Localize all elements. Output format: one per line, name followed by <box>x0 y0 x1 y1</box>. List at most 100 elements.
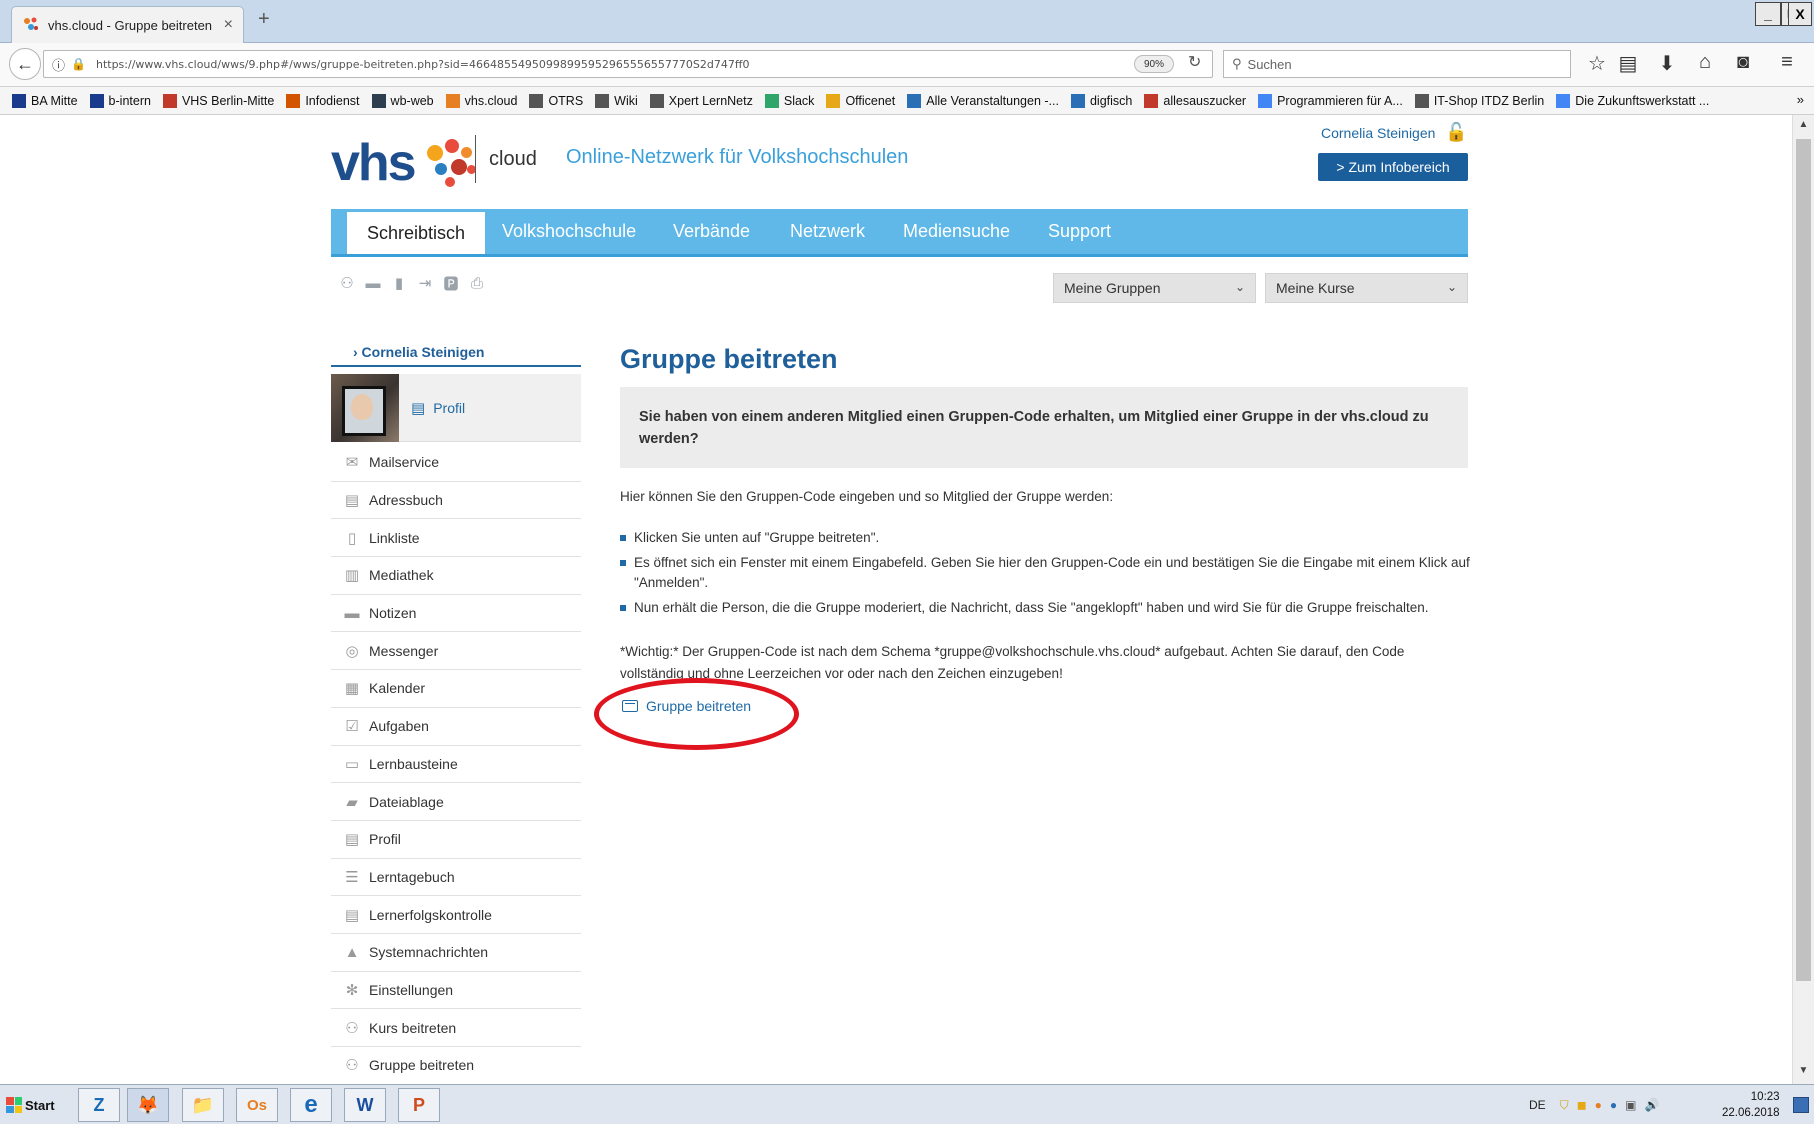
bookmark-item[interactable]: IT-Shop ITDZ Berlin <box>1414 93 1544 108</box>
tab-title: vhs.cloud - Gruppe beitreten <box>48 17 213 33</box>
sidebar-item-linkliste[interactable]: ▯ Linkliste <box>331 519 581 558</box>
language-indicator[interactable]: DE <box>1529 1098 1546 1112</box>
scroll-thumb[interactable] <box>1796 139 1811 981</box>
bookmark-item[interactable]: VHS Berlin-Mitte <box>162 93 274 108</box>
shield-icon[interactable]: ⛉ <box>1560 1098 1569 1113</box>
monitor-icon[interactable]: ▣ <box>1625 1098 1636 1112</box>
network-tray-icon[interactable]: ● <box>1610 1098 1617 1112</box>
sidebar-item-kalender[interactable]: ▦ Kalender <box>331 670 581 708</box>
show-desktop-button[interactable] <box>1793 1097 1809 1113</box>
sidebar-item-notizen[interactable]: ▬ Notizen <box>331 595 581 633</box>
menu-icon[interactable]: ≡ <box>1773 51 1801 74</box>
new-tab-button[interactable]: + <box>258 8 270 31</box>
sidebar-item-lerntagebuch[interactable]: ☰ Lerntagebuch <box>331 859 581 897</box>
reading-list-icon[interactable]: ▤ <box>1614 51 1642 76</box>
reload-icon[interactable]: ↻ <box>1188 52 1201 72</box>
bookmark-label: OTRS <box>548 93 584 108</box>
nav-tab-volkshochschule[interactable]: Volkshochschule <box>502 209 636 254</box>
groups-select[interactable]: Meine Gruppen ⌄ <box>1053 273 1256 303</box>
scroll-down-icon[interactable]: ▼ <box>1796 1065 1811 1076</box>
bookmark-item[interactable]: vhs.cloud <box>445 93 517 108</box>
back-button[interactable]: ← <box>9 48 41 80</box>
start-button[interactable]: Start <box>6 1091 60 1119</box>
nav-tab-schreibtisch[interactable]: Schreibtisch <box>347 209 486 254</box>
bookmark-item[interactable]: Xpert LernNetz <box>649 93 753 108</box>
nav-tab-support[interactable]: Support <box>1048 209 1111 254</box>
bookmark-item[interactable]: b-intern <box>89 93 151 108</box>
bookmark-item[interactable]: BA Mitte <box>12 93 78 108</box>
bookmark-icon[interactable]: ▮ <box>390 274 408 292</box>
url-text[interactable]: https://www.vhs.cloud/wws/9.php#/wws/gru… <box>96 58 1212 71</box>
sidebar-item-mediathek[interactable]: ▥ Mediathek <box>331 557 581 595</box>
notes-icon[interactable]: ▬ <box>364 274 382 292</box>
bookmark-item[interactable]: Die Zukunftswerkstatt ... <box>1556 93 1709 108</box>
volume-icon[interactable]: 🔊 <box>1645 1098 1660 1112</box>
bookmark-item[interactable]: allesauszucker <box>1144 93 1246 108</box>
print-icon[interactable]: ⎙ <box>468 274 486 292</box>
home-icon[interactable]: ⌂ <box>1691 51 1719 74</box>
taskbar-clock[interactable]: 10:23 22.06.2018 <box>1722 1089 1780 1121</box>
powerpoint-taskbar-icon[interactable]: P <box>398 1088 440 1122</box>
page-scrollbar[interactable]: ▲ ▼ <box>1792 115 1814 1084</box>
user-menu[interactable]: Cornelia Steinigen 🔓 <box>1321 122 1468 143</box>
taskbar-app-icon[interactable]: Z <box>78 1088 120 1122</box>
bookmark-item[interactable]: Infodienst <box>286 93 360 108</box>
bookmark-item[interactable]: wb-web <box>371 93 434 108</box>
nav-tab-mediensuche[interactable]: Mediensuche <box>903 209 1010 254</box>
bookmark-item[interactable]: Wiki <box>595 93 638 108</box>
parking-icon[interactable]: 🅿 <box>442 274 460 293</box>
sidebar-item-gruppe-beitreten[interactable]: ⚇ Gruppe beitreten <box>331 1047 581 1084</box>
bookmark-item[interactable]: digfisch <box>1070 93 1132 108</box>
sidebar-item-lernbausteine[interactable]: ▭ Lernbausteine <box>331 746 581 784</box>
bookmark-item[interactable]: Slack <box>764 93 814 108</box>
courses-select[interactable]: Meine Kurse ⌄ <box>1265 273 1468 303</box>
close-window-button[interactable]: X <box>1788 2 1812 26</box>
bookmarks-overflow-button[interactable]: » <box>1797 92 1804 107</box>
bookmark-item[interactable]: Officenet <box>826 93 895 108</box>
explorer-taskbar-icon[interactable]: 📁 <box>182 1088 224 1122</box>
profile-link[interactable]: ▤ Profil <box>411 399 465 417</box>
sidebar-item-mailservice[interactable]: ✉ Mailservice <box>331 444 581 482</box>
lock-icon[interactable]: 🔒 <box>71 57 86 71</box>
sidebar-item-kurs-beitreten[interactable]: ⚇ Kurs beitreten <box>331 1009 581 1047</box>
sidebar-item-profil[interactable]: ▤ Profil <box>331 821 581 859</box>
ie-taskbar-icon[interactable]: e <box>290 1088 332 1122</box>
sitemap-icon[interactable]: ⚇ <box>338 274 356 292</box>
nav-tab-netzwerk[interactable]: Netzwerk <box>790 209 865 254</box>
login-icon[interactable]: ⇥ <box>416 274 434 292</box>
bookmark-item[interactable]: Alle Veranstaltungen -... <box>907 93 1059 108</box>
sidebar-item-dateiablage[interactable]: ▰ Dateiablage <box>331 783 581 821</box>
minimize-button[interactable]: _ <box>1755 2 1781 26</box>
nav-tab-verbaende[interactable]: Verbände <box>673 209 750 254</box>
user-name[interactable]: Cornelia Steinigen <box>1321 125 1435 141</box>
sidebar-item-systemnachrichten[interactable]: ▲ Systemnachrichten <box>331 934 581 972</box>
sidebar-item-lernerfolgskontrolle[interactable]: ▤ Lernerfolgskontrolle <box>331 896 581 934</box>
vhs-logo[interactable]: vhs <box>331 132 479 194</box>
warning-icon[interactable]: ◼ <box>1577 1098 1587 1112</box>
scroll-up-icon[interactable]: ▲ <box>1796 119 1811 130</box>
sidebar-user-link[interactable]: › Cornelia Steinigen <box>331 344 581 367</box>
firefox-taskbar-icon[interactable]: 🦊 <box>127 1088 169 1122</box>
bookmark-star-icon[interactable]: ☆ <box>1583 51 1611 76</box>
word-taskbar-icon[interactable]: W <box>344 1088 386 1122</box>
logout-lock-icon[interactable]: 🔓 <box>1445 122 1467 143</box>
quick-tools: ⚇ ▬ ▮ ⇥ 🅿 ⎙ <box>338 274 486 293</box>
outlook-taskbar-icon[interactable]: Os <box>236 1088 278 1122</box>
address-bar[interactable]: ⓘ 🔒 https://www.vhs.cloud/wws/9.php#/wws… <box>43 50 1213 78</box>
info-area-button[interactable]: > Zum Infobereich <box>1318 153 1468 181</box>
download-icon[interactable]: ⬇ <box>1653 51 1681 76</box>
app-tray-icon[interactable]: ● <box>1595 1098 1602 1112</box>
sidebar-item-adressbuch[interactable]: ▤ Adressbuch <box>331 482 581 520</box>
search-input[interactable]: ⚲ Suchen <box>1223 50 1571 78</box>
zoom-indicator[interactable]: 90% <box>1134 55 1174 73</box>
sidebar-item-aufgaben[interactable]: ☑ Aufgaben <box>331 708 581 746</box>
bookmark-item[interactable]: Programmieren für A... <box>1258 93 1403 108</box>
pocket-icon[interactable]: ◙ <box>1729 51 1757 74</box>
sidebar-item-einstellungen[interactable]: ✻ Einstellungen <box>331 972 581 1010</box>
browser-tab[interactable]: vhs.cloud - Gruppe beitreten × <box>11 6 244 43</box>
sidebar-item-messenger[interactable]: ◎ Messenger <box>331 632 581 671</box>
bookmark-item[interactable]: OTRS <box>529 93 584 108</box>
avatar[interactable] <box>331 374 399 442</box>
info-icon[interactable]: ⓘ <box>52 55 65 74</box>
close-tab-icon[interactable]: × <box>224 16 233 34</box>
